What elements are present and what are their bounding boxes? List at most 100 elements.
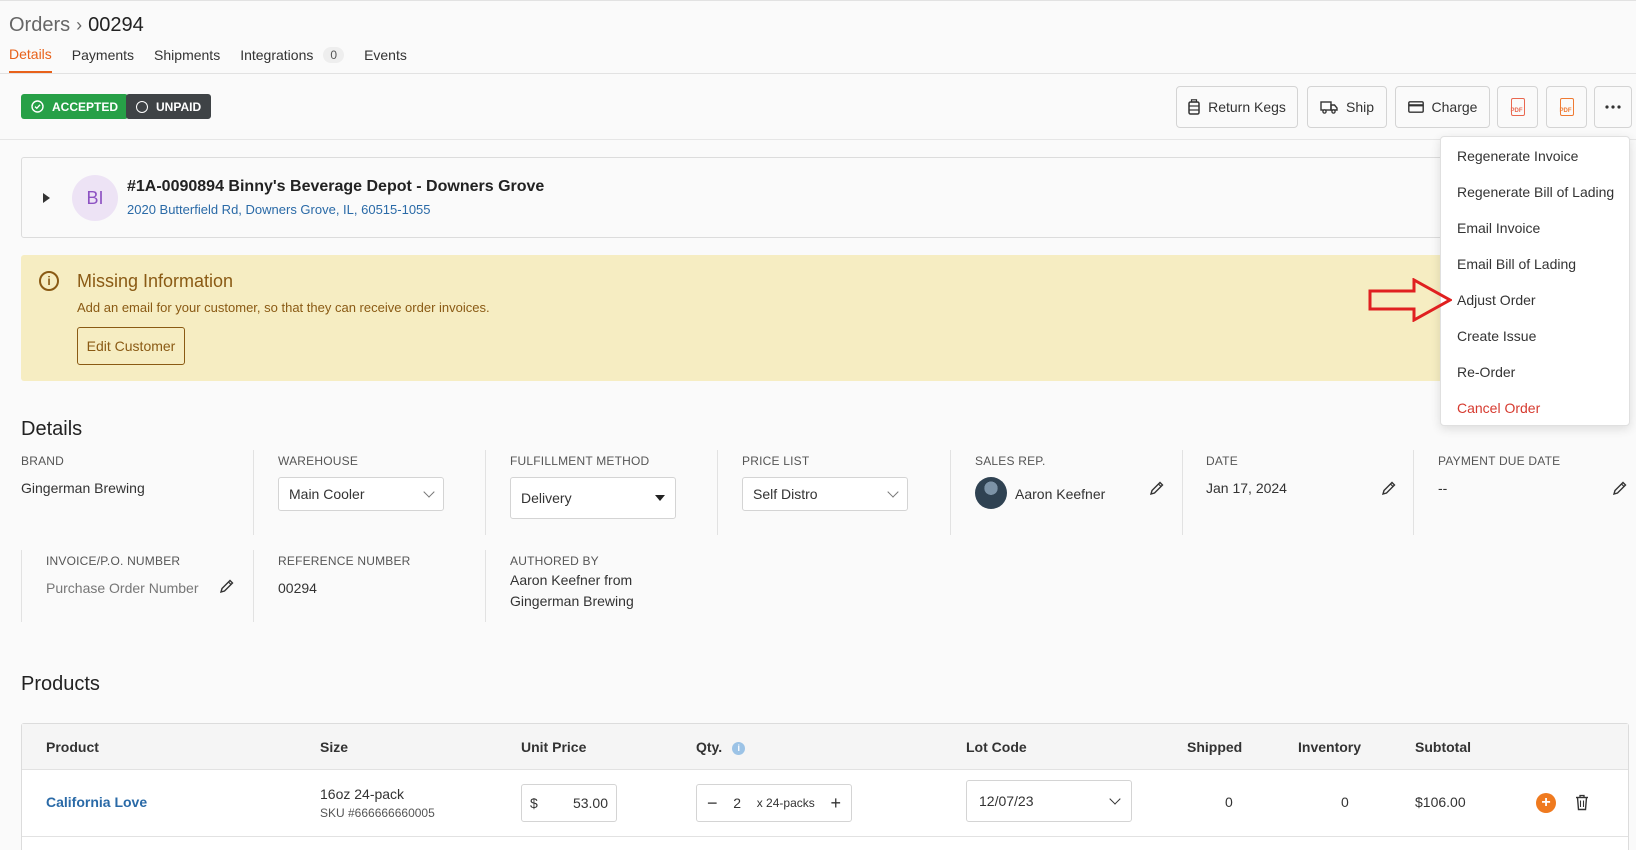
edit-due-date-pencil-icon[interactable] [1612,480,1628,496]
decrement-button[interactable]: − [707,793,718,814]
info-icon[interactable]: i [732,741,746,755]
menu-item-cancel-order[interactable]: Cancel Order [1457,400,1540,416]
return-kegs-button[interactable]: Return Kegs [1176,86,1298,128]
divider [21,550,22,622]
chevron-down-icon [423,486,435,498]
column-header-product: Product [46,739,99,755]
invoice-pdf-button[interactable] [1497,86,1538,128]
add-lot-button[interactable]: + [1536,793,1556,813]
warehouse-select[interactable]: Main Cooler [278,477,444,511]
customer-address-link[interactable]: 2020 Butterfield Rd, Downers Grove, IL, … [127,202,431,217]
divider [717,450,718,535]
subtotal-value: $106.00 [1415,794,1466,810]
more-actions-menu: Regenerate Invoice Regenerate Bill of La… [1440,136,1630,426]
edit-sales-rep-pencil-icon[interactable] [1149,480,1165,496]
missing-info-alert: i Missing Information Add an email for y… [21,255,1521,381]
unit-price-input[interactable]: $ 53.00 [521,784,617,822]
more-actions-button[interactable] [1594,86,1632,128]
quantity-unit: x 24-packs [756,796,815,810]
bill-of-lading-pdf-button[interactable] [1546,86,1587,128]
info-icon: i [39,271,59,291]
currency-symbol: $ [530,795,538,811]
fulfillment-select[interactable]: Delivery [510,477,676,519]
tab-shipments[interactable]: Shipments [154,46,220,73]
tab-payments[interactable]: Payments [72,46,134,73]
sales-rep-avatar [975,477,1007,509]
menu-item-adjust-order[interactable]: Adjust Order [1457,292,1536,308]
date-label: DATE [1206,454,1238,468]
annotation-arrow-icon [1368,278,1452,322]
edit-date-pencil-icon[interactable] [1381,480,1397,496]
brand-value: Gingerman Brewing [21,480,145,496]
page-title: 00294 [88,14,144,36]
products-table: Product Size Unit Price Qty. i Lot Code S… [21,723,1629,850]
edit-customer-button[interactable]: Edit Customer [77,327,185,365]
details-heading: Details [21,418,83,440]
sales-rep-label: SALES REP. [975,454,1046,468]
status-label: UNPAID [156,99,202,114]
authored-by-line2: Gingerman Brewing [510,593,634,609]
product-sku: SKU #666666660005 [320,806,435,820]
authored-by-line1: Aaron Keefner from [510,572,633,588]
brand-label: BRAND [21,454,65,468]
table-header: Product Size Unit Price Qty. i Lot Code S… [22,724,1628,770]
column-header-unit-price: Unit Price [521,739,587,755]
button-label: Ship [1345,99,1375,115]
tab-label: Payments [71,47,135,63]
divider [1413,450,1414,535]
chevron-down-icon [887,486,899,498]
lot-code-select[interactable]: 12/07/23 [966,780,1132,822]
column-header-subtotal: Subtotal [1415,739,1471,755]
menu-item-email-bill-of-lading[interactable]: Email Bill of Lading [1457,256,1576,272]
product-link[interactable]: California Love [46,794,147,810]
column-header-size: Size [320,739,349,755]
customer-card: BI #1A-0090894 Binny's Beverage Depot - … [21,157,1521,238]
edit-po-pencil-icon[interactable] [219,578,235,594]
column-header-shipped: Shipped [1187,739,1243,755]
button-label: Charge [1431,99,1478,115]
customer-avatar: BI [72,175,118,221]
row-divider [22,836,1628,837]
sales-rep-value: Aaron Keefner [1015,486,1106,502]
status-badge-unpaid: UNPAID [126,94,212,119]
ship-button[interactable]: Ship [1307,86,1387,128]
check-circle-icon [31,100,44,113]
expand-caret-icon[interactable] [43,193,50,203]
menu-item-create-issue[interactable]: Create Issue [1457,328,1536,344]
menu-item-re-order[interactable]: Re-Order [1457,364,1515,380]
button-label: Return Kegs [1208,99,1286,115]
ellipsis-icon [1605,105,1621,109]
quantity-value[interactable]: 2 [733,795,741,811]
breadcrumb-orders-link[interactable]: Orders [9,14,70,37]
divider [485,450,486,535]
menu-item-email-invoice[interactable]: Email Invoice [1457,220,1540,236]
products-heading: Products [21,673,100,695]
divider [485,550,486,622]
tab-label: Details [9,46,52,62]
price-list-select[interactable]: Self Distro [742,477,908,511]
reference-value: 00294 [278,580,317,596]
tabs-divider [0,73,1636,74]
column-header-qty: Qty. i [696,739,746,755]
tab-details[interactable]: Details [9,46,52,73]
po-number-input[interactable]: Purchase Order Number [46,580,199,596]
inventory-value: 0 [1341,794,1349,810]
status-label: ACCEPTED [52,99,119,114]
tab-integrations[interactable]: Integrations 0 [240,46,345,73]
charge-button[interactable]: Charge [1395,86,1490,128]
trash-icon[interactable] [1575,794,1589,811]
credit-card-icon [1407,101,1424,113]
menu-item-regenerate-invoice[interactable]: Regenerate Invoice [1457,148,1578,164]
increment-button[interactable]: + [830,793,841,814]
divider [253,550,254,622]
authored-by-label: AUTHORED BY [510,554,599,568]
menu-item-regenerate-bill-of-lading[interactable]: Regenerate Bill of Lading [1457,184,1614,200]
tab-events[interactable]: Events [364,46,407,73]
alert-title: Missing Information [77,271,234,291]
divider [950,450,951,535]
divider [1182,450,1183,535]
quantity-stepper: − 2 x 24-packs + [696,784,852,822]
payment-due-value: -- [1438,480,1448,496]
reference-label: REFERENCE NUMBER [278,554,411,568]
price-list-label: PRICE LIST [742,454,810,468]
